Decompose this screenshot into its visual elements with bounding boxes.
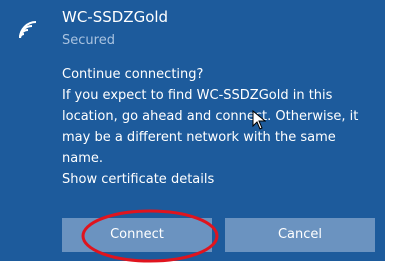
mouse-pointer-icon (252, 110, 266, 130)
message-line: If you expect to find WC-SSDZGold in thi… (62, 88, 333, 103)
message-line: Continue connecting? (62, 67, 204, 82)
message-line: location, go ahead and connect. Otherwis… (62, 109, 359, 124)
network-status: Secured (62, 33, 115, 48)
message-line: name. (62, 151, 103, 166)
connect-button[interactable]: Connect (62, 218, 212, 252)
message-line: may be a different network with the same (62, 130, 336, 145)
network-name: WC-SSDZGold (62, 8, 169, 26)
cancel-button[interactable]: Cancel (225, 218, 375, 252)
button-row: Connect Cancel (62, 218, 375, 252)
show-certificate-link[interactable]: Show certificate details (62, 169, 367, 190)
wifi-icon (19, 21, 37, 39)
wifi-connection-panel: WC-SSDZGold Secured Continue connecting?… (0, 0, 385, 261)
connection-message: Continue connecting? If you expect to fi… (62, 64, 367, 190)
